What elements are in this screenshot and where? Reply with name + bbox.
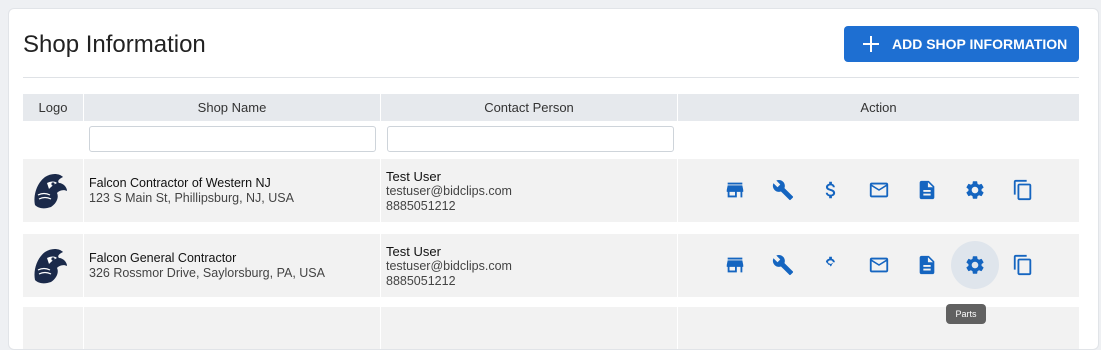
document-icon[interactable] [911, 249, 943, 281]
shop-name: Falcon General Contractor [89, 251, 237, 265]
shop-name-cell: Falcon General Contractor 326 Rossmor Dr… [84, 234, 381, 297]
parts-tooltip: Parts [946, 304, 986, 324]
add-button-label: ADD SHOP INFORMATION [892, 36, 1068, 52]
document-icon[interactable] [911, 174, 943, 206]
table-row: Falcon Contractor of Western NJ 123 S Ma… [23, 159, 1079, 222]
table-row-empty [23, 307, 1079, 349]
header-contact-person[interactable]: Contact Person [381, 94, 678, 121]
falcon-logo [34, 249, 67, 284]
action-cell [678, 234, 1079, 297]
header-logo: Logo [23, 94, 84, 121]
divider [23, 77, 1079, 78]
contact-name: Test User [386, 244, 441, 259]
shop-address: 123 S Main St, Phillipsburg, NJ, USA [89, 191, 294, 205]
empty-cell [23, 307, 84, 349]
logo-cell [23, 159, 84, 222]
store-icon[interactable] [719, 249, 751, 281]
filter-row [23, 121, 1079, 159]
contact-cell: Test User testuser@bidclips.com 88850512… [381, 234, 678, 297]
shop-name-cell: Falcon Contractor of Western NJ 123 S Ma… [84, 159, 381, 222]
empty-cell [84, 307, 381, 349]
wrench-icon[interactable] [767, 174, 799, 206]
wrench-icon[interactable] [767, 249, 799, 281]
gear-icon[interactable] [951, 241, 999, 289]
shop-name: Falcon Contractor of Western NJ [89, 176, 271, 190]
mail-icon[interactable] [863, 174, 895, 206]
contact-email: testuser@bidclips.com [386, 184, 512, 198]
logo-cell [23, 234, 84, 297]
contact-phone: 8885051212 [386, 274, 456, 288]
header-action: Action [860, 100, 897, 115]
page-title: Shop Information [23, 31, 206, 58]
header-shop-name[interactable]: Shop Name [84, 94, 381, 121]
copy-icon[interactable] [1007, 174, 1039, 206]
mail-icon[interactable] [863, 249, 895, 281]
dollar-icon[interactable] [815, 249, 847, 281]
falcon-logo [34, 174, 67, 209]
store-icon[interactable] [719, 174, 751, 206]
plus-icon [863, 36, 879, 52]
shop-address: 326 Rossmor Drive, Saylorsburg, PA, USA [89, 266, 325, 280]
contact-person-filter-input[interactable] [387, 126, 674, 152]
contact-cell: Test User testuser@bidclips.com 88850512… [381, 159, 678, 222]
shop-name-filter-input[interactable] [89, 126, 376, 152]
copy-icon[interactable] [1007, 249, 1039, 281]
contact-email: testuser@bidclips.com [386, 259, 512, 273]
add-shop-information-button[interactable]: ADD SHOP INFORMATION [844, 26, 1079, 62]
table-header: Logo Shop Name Contact Person Action [23, 94, 1079, 121]
gear-icon[interactable] [959, 174, 991, 206]
table-row: Falcon General Contractor 326 Rossmor Dr… [23, 234, 1079, 297]
action-cell [678, 159, 1079, 222]
contact-phone: 8885051212 [386, 199, 456, 213]
shop-information-card: Shop Information ADD SHOP INFORMATION Lo… [8, 8, 1099, 350]
dollar-icon[interactable] [815, 174, 847, 206]
empty-cell [381, 307, 678, 349]
contact-name: Test User [386, 169, 441, 184]
